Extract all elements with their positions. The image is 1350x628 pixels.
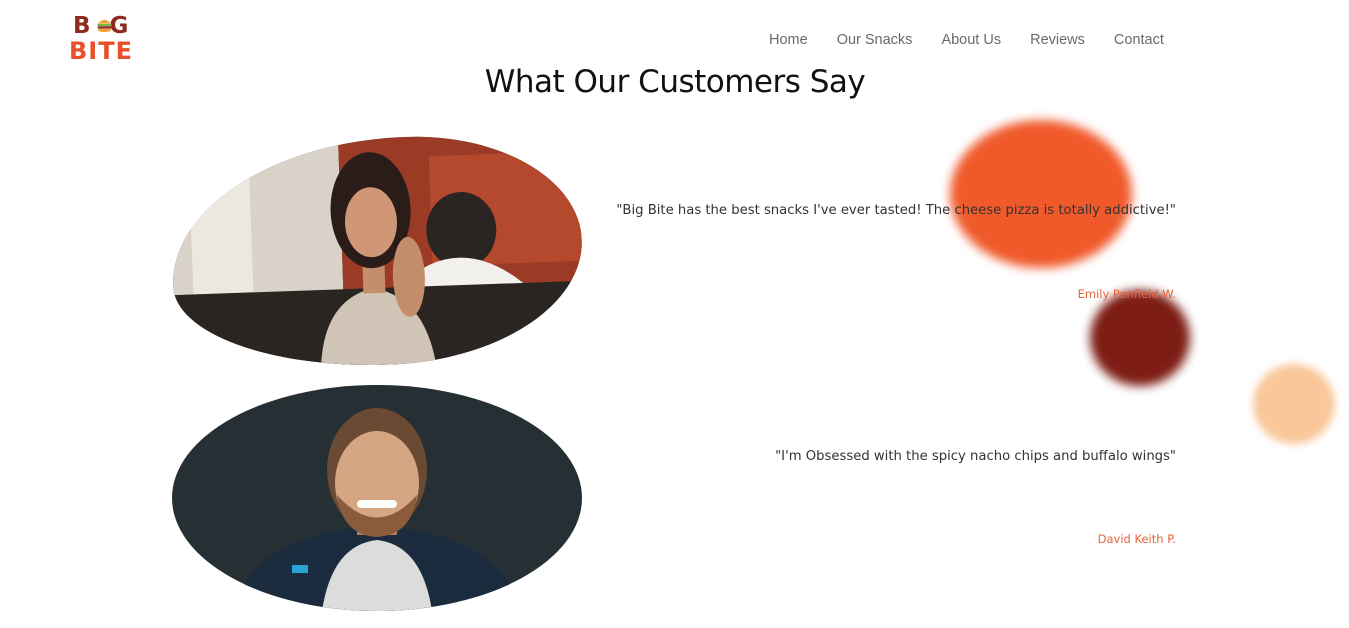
decorative-blob-orange	[950, 120, 1132, 268]
brand-line-2: BITE	[69, 37, 133, 65]
page: B G BITE Home Our Snacks About Us Review…	[0, 0, 1350, 628]
decorative-blob-maroon	[1090, 290, 1190, 386]
nav-our-snacks[interactable]: Our Snacks	[837, 32, 913, 48]
decorative-blob-peach	[1253, 364, 1335, 444]
burger-icon	[97, 19, 112, 33]
nav-reviews[interactable]: Reviews	[1030, 32, 1085, 48]
reviews-heading: What Our Customers Say	[484, 64, 866, 100]
brand-logo[interactable]: B G BITE	[68, 13, 140, 65]
nav-contact[interactable]: Contact	[1114, 32, 1164, 48]
review-quote-2: "I'm Obsessed with the spicy nacho chips…	[775, 449, 1176, 464]
review-author-2: David Keith P.	[1097, 532, 1176, 546]
reviewer-photo-2	[172, 385, 582, 611]
nav-about-us[interactable]: About Us	[941, 32, 1001, 48]
reviewer-photo-1	[168, 130, 586, 373]
review-author-1: Emily Penfield W.	[1077, 287, 1176, 301]
review-quote-1: "Big Bite has the best snacks I've ever …	[616, 203, 1176, 218]
main-nav: Home Our Snacks About Us Reviews Contact	[769, 32, 1164, 48]
nav-home[interactable]: Home	[769, 32, 808, 48]
